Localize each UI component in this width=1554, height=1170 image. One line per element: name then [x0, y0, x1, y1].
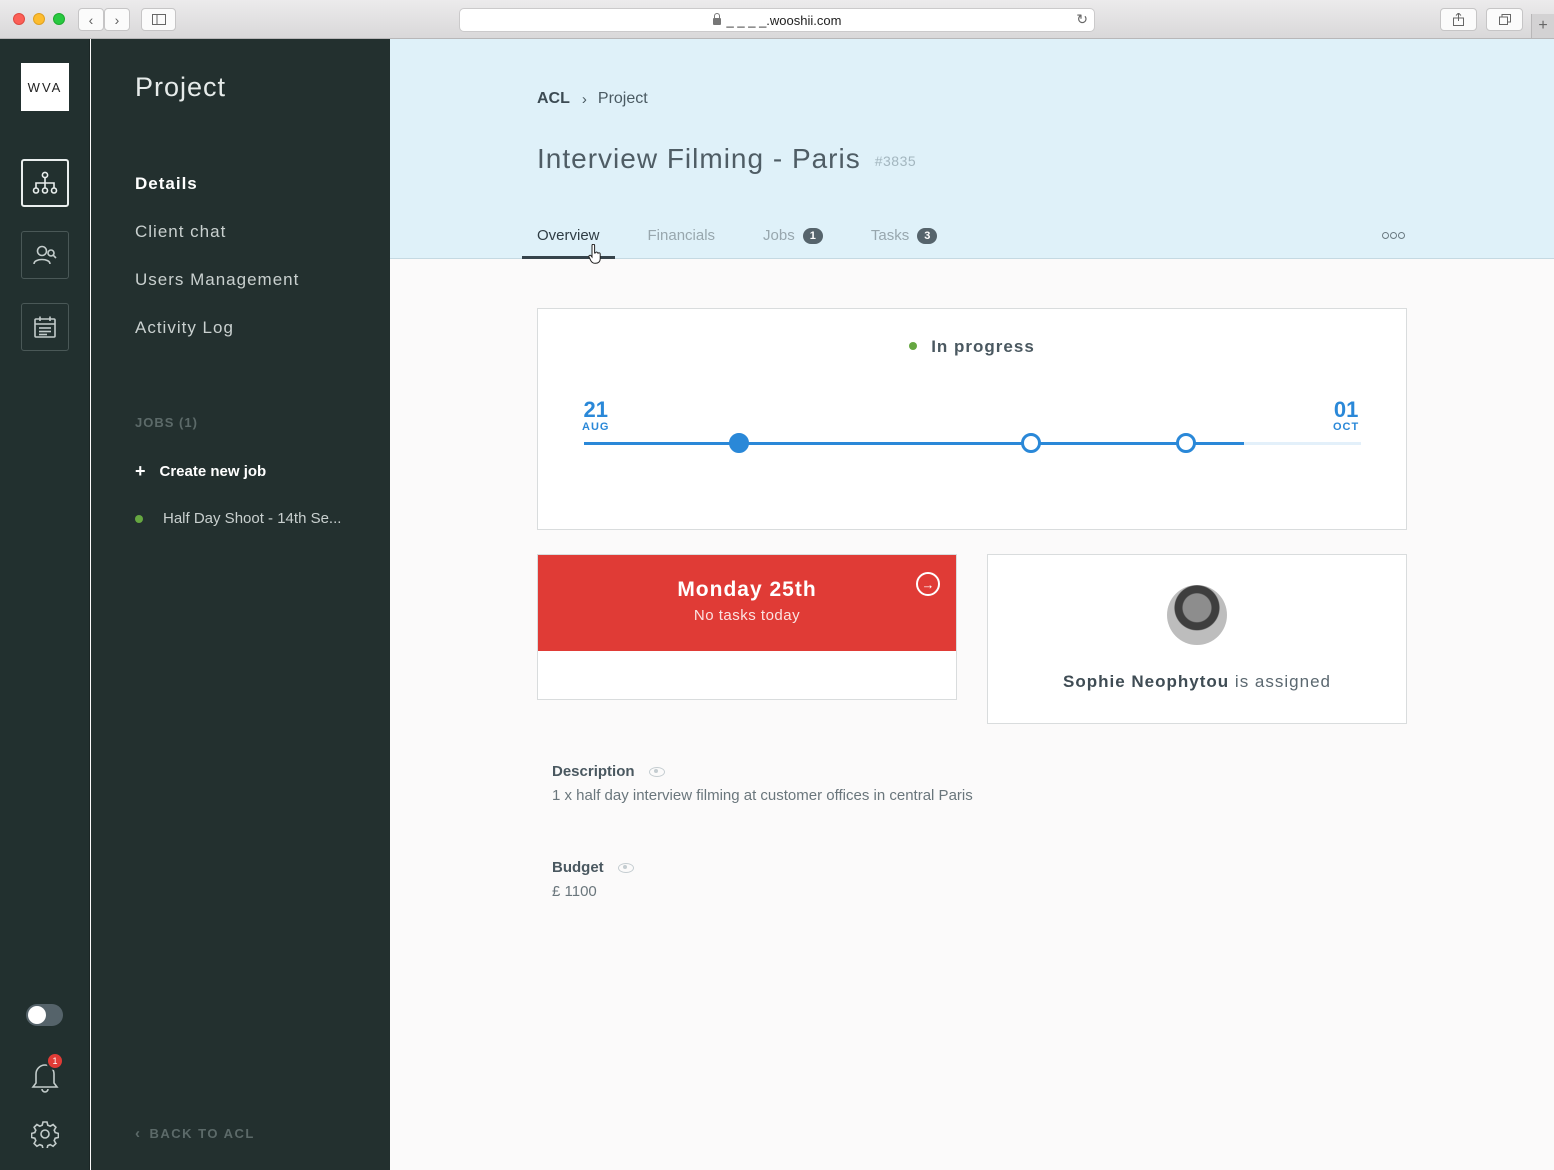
budget-label-text: Budget [552, 859, 604, 876]
forward-arrow-icon[interactable]: › [104, 8, 130, 31]
end-day: 01 [1333, 397, 1359, 422]
tab-label: Financials [647, 227, 716, 244]
today-day: Monday 25th [677, 578, 817, 601]
back-arrow-icon[interactable]: ‹ [78, 8, 104, 31]
timeline-progress [584, 442, 1245, 445]
description-label-text: Description [552, 763, 635, 780]
assignee-suffix: is assigned [1234, 672, 1331, 691]
start-month: AUG [582, 421, 610, 433]
nav-item-users-management[interactable]: Users Management [135, 270, 299, 290]
gear-icon[interactable] [31, 1120, 59, 1148]
logo[interactable]: WVA [21, 63, 69, 111]
lock-icon [712, 12, 721, 25]
create-job-button[interactable]: + Create new job [135, 461, 266, 482]
project-id: #3835 [874, 153, 917, 169]
timeline-milestone[interactable] [729, 433, 750, 453]
tab-label: Tasks [870, 227, 910, 244]
back-link-label: BACK TO ACL [149, 1126, 255, 1141]
status-label: In progress [538, 337, 1406, 357]
back-to-acl-link[interactable]: ‹ BACK TO ACL [135, 1125, 255, 1142]
arrow-right-circle-icon[interactable]: → [916, 572, 940, 596]
create-job-label: Create new job [159, 463, 267, 480]
status-text: In progress [931, 337, 1035, 356]
new-tab-button[interactable]: + [1531, 14, 1554, 38]
today-header: Monday 25th No tasks today → [538, 555, 956, 651]
assignee-name[interactable]: Sophie Neophytou [1063, 672, 1229, 691]
avatar[interactable] [1167, 585, 1227, 645]
today-card: Monday 25th No tasks today → [537, 554, 957, 700]
assignee-card: Sophie Neophytou is assigned [987, 554, 1407, 724]
jobs-heading: JOBS (1) [135, 415, 198, 430]
project-status-card: In progress 21 AUG 01 OCT [537, 308, 1407, 530]
tab-label: Overview [537, 227, 600, 244]
budget-label: Budget [552, 859, 634, 876]
description-value: 1 x half day interview filming at custom… [552, 787, 973, 804]
tab-label: Jobs [763, 227, 795, 244]
reload-icon[interactable]: ↻ [1076, 11, 1088, 28]
tabs-overview-icon[interactable] [1486, 8, 1523, 31]
project-header: ACL › Project Interview Filming - Paris #… [390, 39, 1554, 259]
sidebar-toggle-icon[interactable] [141, 8, 176, 31]
share-icon[interactable] [1440, 8, 1477, 31]
minimize-window-button[interactable] [33, 13, 45, 25]
eye-icon[interactable] [648, 766, 665, 777]
breadcrumb-root-link[interactable]: ACL [537, 90, 570, 108]
start-day: 21 [583, 397, 608, 422]
calendar-icon[interactable] [21, 303, 69, 351]
project-title: Interview Filming - Paris [537, 143, 861, 174]
timeline-milestone[interactable] [1176, 433, 1197, 453]
projects-hierarchy-icon[interactable] [21, 159, 69, 207]
chevron-left-icon: ‹ [135, 1125, 142, 1142]
nav-item-details[interactable]: Details [135, 174, 198, 194]
nav-item-activity-log[interactable]: Activity Log [135, 318, 234, 338]
job-list-item[interactable]: Half Day Shoot - 14th Se... [135, 510, 341, 527]
chevron-right-icon: › [581, 90, 587, 108]
status-dot [909, 342, 918, 350]
today-subtitle: No tasks today [693, 607, 801, 624]
tab-tasks[interactable]: Tasks 3 [856, 221, 952, 259]
job-label: Half Day Shoot - 14th Se... [163, 510, 342, 527]
budget-value: £ 1100 [552, 883, 597, 900]
browser-toolbar: ‹ › _ _ _ _.wooshii.com ↻ + [0, 0, 1554, 39]
description-label: Description [552, 763, 665, 780]
assignee-text: Sophie Neophytou is assigned [988, 672, 1406, 692]
timeline-track [584, 442, 1361, 445]
plus-icon: + [135, 461, 146, 481]
nav-item-client-chat[interactable]: Client chat [135, 222, 226, 242]
address-bar[interactable]: _ _ _ _.wooshii.com ↻ [459, 8, 1095, 32]
breadcrumb: ACL › Project [537, 90, 648, 108]
job-status-dot [135, 514, 143, 523]
notification-badge: 1 [46, 1052, 64, 1070]
tab-count-badge: 3 [917, 228, 938, 244]
nav-title: Project [135, 72, 227, 102]
timeline-milestone[interactable] [1020, 433, 1041, 453]
breadcrumb-current: Project [597, 90, 648, 107]
close-window-button[interactable] [13, 13, 25, 25]
contacts-icon[interactable] [21, 231, 69, 279]
eye-icon[interactable] [617, 862, 634, 873]
end-date: 01 OCT [1333, 397, 1360, 434]
tab-financials[interactable]: Financials [633, 221, 731, 259]
url-text: _ _ _ _.wooshii.com [726, 12, 842, 28]
project-nav-panel: Project Details Client chat Users Manage… [91, 39, 390, 1170]
tab-jobs[interactable]: Jobs 1 [748, 221, 838, 259]
page-title: Interview Filming - Paris #3835 [537, 143, 916, 175]
end-month: OCT [1333, 421, 1360, 433]
icon-rail: WVA 1 [0, 39, 90, 1170]
tab-count-badge: 1 [802, 228, 823, 244]
theme-toggle[interactable] [26, 1004, 63, 1026]
more-options-icon[interactable] [1382, 232, 1406, 239]
zoom-window-button[interactable] [53, 13, 65, 25]
hand-cursor-icon [588, 244, 601, 264]
start-date: 21 AUG [582, 397, 610, 434]
